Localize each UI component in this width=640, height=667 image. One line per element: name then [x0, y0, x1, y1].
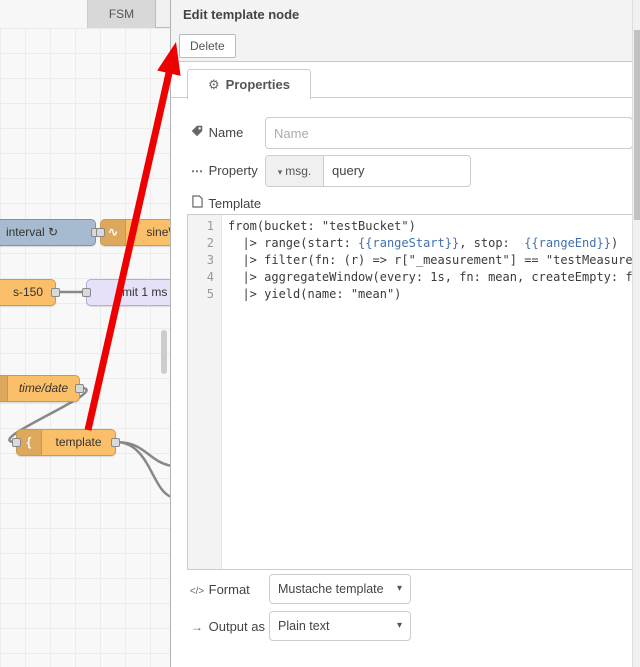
input-port[interactable]	[96, 228, 105, 237]
node-label: limit 1 ms	[116, 285, 168, 299]
canvas-scrollbar[interactable]	[161, 330, 167, 374]
node-label: s-150	[12, 285, 43, 299]
file-icon	[189, 194, 205, 214]
dialog-scrollbar[interactable]	[632, 0, 640, 667]
caret-down-icon: ▾	[277, 167, 283, 177]
output-row: → Output as Plain text ▾	[171, 611, 632, 641]
flow-tabbar: FSM	[0, 0, 170, 28]
dialog-form: Name ⋯ Property ▾msg. query	[171, 98, 633, 667]
node-template[interactable]: { template	[12, 429, 120, 456]
template-editor-lines[interactable]: from(bucket: "testBucket") |> range(star…	[223, 215, 632, 569]
function-icon: f	[0, 376, 8, 401]
node-label: time/date	[18, 381, 69, 395]
arrow-right-icon: →	[191, 620, 203, 634]
name-label: Name	[189, 117, 243, 149]
output-label: → Output as	[189, 611, 265, 643]
node-label: interval ↻	[5, 225, 59, 239]
input-port[interactable]	[82, 288, 91, 297]
dialog-toolbar: Delete	[171, 30, 640, 62]
editor-gutter: 12345	[188, 215, 222, 569]
node-label: template	[55, 435, 102, 449]
code-line[interactable]: |> filter(fn: (r) => r["_measurement"] =…	[228, 252, 632, 269]
input-port[interactable]	[12, 438, 21, 447]
node-timedate[interactable]: f time/date	[0, 375, 84, 402]
format-select[interactable]: Mustache template ▾	[269, 574, 411, 604]
dialog-header: Edit template node	[171, 0, 640, 30]
output-port[interactable]	[75, 384, 84, 393]
dialog-scrollbar-thumb[interactable]	[634, 30, 640, 220]
caret-down-icon: ▾	[396, 583, 402, 594]
property-value-input[interactable]: query	[324, 156, 470, 186]
flow-tab-fsm[interactable]: FSM	[88, 0, 156, 28]
node-ms150[interactable]: s-150	[0, 279, 60, 306]
code-line[interactable]: |> range(start: {{rangeStart}}, stop: {{…	[228, 235, 632, 252]
property-label: ⋯ Property	[189, 155, 258, 187]
code-icon: </>	[189, 586, 205, 597]
template-editor[interactable]: 12345 from(bucket: "testBucket") |> rang…	[187, 214, 633, 570]
node-sinewave[interactable]: ∿ sineWave	[96, 219, 170, 246]
flow-tab-cut[interactable]	[0, 0, 88, 28]
format-label: </> Format	[189, 574, 250, 608]
property-row: ⋯ Property ▾ msg. query	[171, 155, 632, 187]
code-line[interactable]: from(bucket: "testBucket")	[228, 218, 632, 235]
node-label: sineWave	[146, 225, 170, 239]
tab-properties[interactable]: ⚙ Properties	[187, 69, 311, 99]
code-line[interactable]: |> aggregateWindow(every: 1s, fn: mean, …	[228, 269, 632, 286]
output-port[interactable]	[51, 288, 60, 297]
dialog-title: Edit template node	[183, 7, 300, 22]
gear-icon: ⚙	[208, 77, 220, 92]
edit-template-dialog: Edit template node Delete ⚙ Properties Na…	[170, 0, 640, 667]
output-select[interactable]: Plain text ▾	[269, 611, 411, 641]
caret-down-icon: ▾	[396, 620, 402, 631]
template-label-row: Template	[171, 194, 632, 214]
template-label: Template	[189, 194, 261, 214]
output-port[interactable]	[111, 438, 120, 447]
code-line[interactable]: |> yield(name: "mean")	[228, 286, 632, 303]
node-interval[interactable]: interval ↻	[0, 219, 100, 246]
name-row: Name	[171, 117, 633, 149]
name-input[interactable]	[265, 117, 633, 149]
node-red-app: FSM interval ↻ ∿ sineWave s-150 limit 1 …	[0, 0, 640, 667]
property-typedinput: ▾ msg. query	[265, 155, 471, 187]
delete-button[interactable]: Delete	[179, 34, 236, 58]
ellipsis-icon: ⋯	[191, 164, 203, 178]
flow-workspace[interactable]	[0, 28, 170, 667]
tab-label: Properties	[225, 77, 290, 92]
flow-canvas[interactable]: FSM interval ↻ ∿ sineWave s-150 limit 1 …	[0, 0, 170, 667]
node-limit[interactable]: limit 1 ms	[82, 279, 170, 306]
property-type-button[interactable]: ▾ msg.	[266, 156, 324, 186]
format-row: </> Format Mustache template ▾	[171, 574, 632, 604]
tag-icon	[189, 117, 205, 149]
dialog-tabbar: ⚙ Properties	[171, 62, 632, 99]
